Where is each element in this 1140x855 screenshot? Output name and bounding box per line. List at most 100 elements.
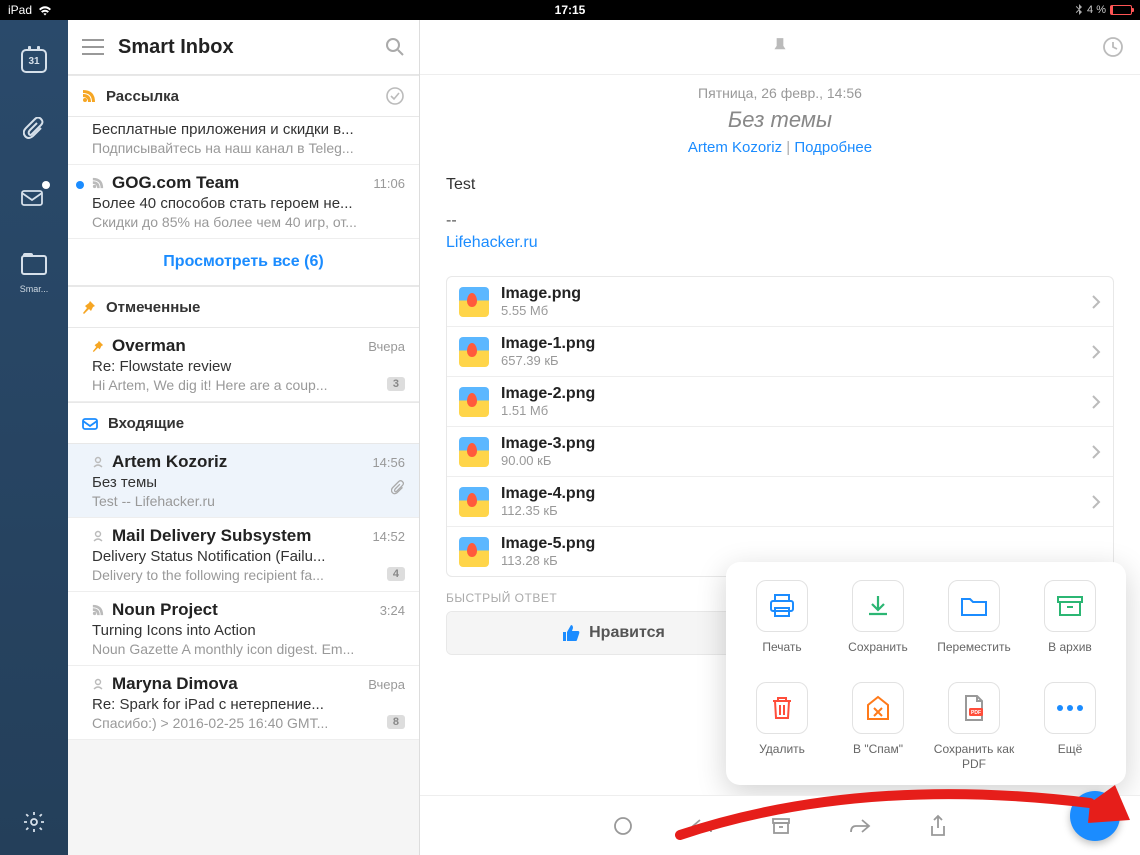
item-time: 11:06 — [373, 176, 405, 191]
unread-toggle-icon[interactable] — [612, 815, 634, 837]
share-icon[interactable] — [928, 814, 948, 838]
attachment-size: 5.55 Мб — [501, 303, 1079, 318]
message-toolbar — [420, 20, 1140, 75]
view-all-link[interactable]: Просмотреть все (6) — [68, 239, 419, 286]
section-newsletter[interactable]: Рассылка — [68, 75, 419, 117]
forward-icon[interactable] — [848, 816, 872, 836]
snooze-clock-icon[interactable] — [1102, 36, 1124, 58]
battery-percent: 4 % — [1087, 4, 1106, 16]
thread-count-badge: 3 — [387, 377, 405, 391]
attachment-thumb-icon — [459, 287, 489, 317]
action-spam[interactable]: В "Спам" — [834, 682, 922, 771]
list-item[interactable]: Mail Delivery Subsystem 14:52 Delivery S… — [68, 518, 419, 592]
item-preview: Hi Artem, We dig it! Here are a coup... — [92, 377, 405, 393]
attachment-row[interactable]: Image.png5.55 Мб — [447, 277, 1113, 327]
action-delete[interactable]: Удалить — [738, 682, 826, 771]
item-time: Вчера — [368, 339, 405, 354]
clock-label: 17:15 — [383, 3, 758, 17]
bluetooth-icon — [1075, 4, 1083, 16]
action-more[interactable]: Ещё — [1026, 682, 1114, 771]
message-details-link[interactable]: Подробнее — [794, 139, 872, 156]
item-time: Вчера — [368, 677, 405, 692]
chevron-right-icon — [1091, 494, 1101, 510]
more-dots-icon — [1055, 704, 1085, 712]
archive-icon[interactable] — [770, 815, 792, 837]
action-print[interactable]: Печать — [738, 580, 826, 668]
action-archive[interactable]: В архив — [1026, 580, 1114, 668]
message-list: Smart Inbox Рассылка Бесплатные приложен… — [68, 20, 420, 855]
item-from: Noun Project — [112, 600, 372, 620]
person-icon — [92, 530, 104, 542]
rail-outbox[interactable] — [21, 184, 47, 210]
attachment-name: Image-4.png — [501, 485, 1079, 503]
attachment-row[interactable]: Image-4.png112.35 кБ — [447, 477, 1113, 527]
message-bottom-bar — [420, 795, 1140, 855]
chevron-right-icon — [1091, 444, 1101, 460]
list-item[interactable]: Бесплатные приложения и скидки в... Подп… — [68, 117, 419, 165]
list-item[interactable]: Artem Kozoriz 14:56 Без темы Test -- Lif… — [68, 444, 419, 518]
item-preview: Спасибо:) > 2016-02-25 16:40 GMT... — [92, 715, 405, 731]
section-pinned-title: Отмеченные — [106, 299, 405, 316]
reply-icon[interactable] — [690, 816, 714, 836]
trash-icon — [770, 695, 794, 721]
inbox-icon — [82, 416, 98, 430]
item-subject: Re: Spark for iPad с нетерпение... — [92, 696, 405, 713]
attachment-size: 657.39 кБ — [501, 353, 1079, 368]
attachment-thumb-icon — [459, 487, 489, 517]
section-newsletter-title: Рассылка — [106, 88, 375, 105]
sidebar-header: Smart Inbox — [68, 20, 419, 75]
person-icon — [92, 456, 104, 468]
item-subject: Более 40 способов стать героем не... — [92, 195, 405, 212]
compose-button[interactable] — [1070, 791, 1120, 841]
attachments-list: Image.png5.55 МбImage-1.png657.39 кБImag… — [446, 276, 1114, 577]
new-badge-icon — [42, 181, 50, 189]
rail-settings[interactable] — [21, 809, 47, 835]
attachment-row[interactable]: Image-2.png1.51 Мб — [447, 377, 1113, 427]
thread-count-badge: 4 — [387, 567, 405, 581]
menu-icon[interactable] — [82, 39, 104, 55]
message-pane: Пятница, 26 февр., 14:56 Без темы Artem … — [420, 20, 1140, 855]
section-inbox[interactable]: Входящие — [68, 402, 419, 444]
chevron-right-icon — [1091, 294, 1101, 310]
rail-attachments[interactable] — [21, 116, 47, 142]
actions-popover: Печать Сохранить Переместить В архив Уда… — [726, 562, 1126, 785]
message-sender[interactable]: Artem Kozoriz — [688, 139, 782, 156]
list-item[interactable]: Maryna Dimova Вчера Re: Spark for iPad с… — [68, 666, 419, 740]
pencil-icon — [1085, 806, 1105, 826]
item-subject: Turning Icons into Action — [92, 622, 405, 639]
rss-icon — [92, 177, 104, 189]
attachment-thumb-icon — [459, 537, 489, 567]
list-item[interactable]: GOG.com Team 11:06 Более 40 способов ста… — [68, 165, 419, 239]
calendar-icon: 31 — [21, 49, 47, 73]
chevron-right-icon — [1091, 344, 1101, 360]
wifi-icon — [38, 5, 52, 16]
attachment-size: 1.51 Мб — [501, 403, 1079, 418]
svg-text:PDF: PDF — [971, 710, 981, 716]
attachment-size: 90.00 кБ — [501, 453, 1079, 468]
check-circle-icon[interactable] — [385, 86, 405, 106]
attachment-row[interactable]: Image-1.png657.39 кБ — [447, 327, 1113, 377]
attachment-name: Image-5.png — [501, 535, 1101, 553]
item-from: Artem Kozoriz — [112, 452, 364, 472]
section-pinned[interactable]: Отмеченные — [68, 286, 419, 328]
attachment-thumb-icon — [459, 387, 489, 417]
folder-icon — [21, 255, 47, 275]
list-item[interactable]: Noun Project 3:24 Turning Icons into Act… — [68, 592, 419, 666]
item-from: Mail Delivery Subsystem — [112, 526, 364, 546]
item-subject: Без темы — [92, 474, 405, 491]
pin-icon[interactable] — [772, 37, 788, 57]
rail-calendar[interactable]: 31 — [21, 48, 47, 74]
list-item[interactable]: Overman Вчера Re: Flowstate review Hi Ar… — [68, 328, 419, 402]
action-save[interactable]: Сохранить — [834, 580, 922, 668]
thread-count-badge: 8 — [387, 715, 405, 729]
signature-link[interactable]: Lifehacker.ru — [446, 234, 538, 251]
message-header: Пятница, 26 февр., 14:56 Без темы Artem … — [420, 75, 1140, 170]
rail-smart-folder[interactable] — [21, 252, 47, 278]
search-icon[interactable] — [385, 37, 405, 57]
gear-icon — [22, 810, 46, 834]
action-move[interactable]: Переместить — [930, 580, 1018, 668]
action-save-pdf[interactable]: PDF Сохранить как PDF — [930, 682, 1018, 771]
attachment-row[interactable]: Image-3.png90.00 кБ — [447, 427, 1113, 477]
paperclip-icon — [391, 480, 405, 496]
message-date: Пятница, 26 февр., 14:56 — [420, 85, 1140, 101]
